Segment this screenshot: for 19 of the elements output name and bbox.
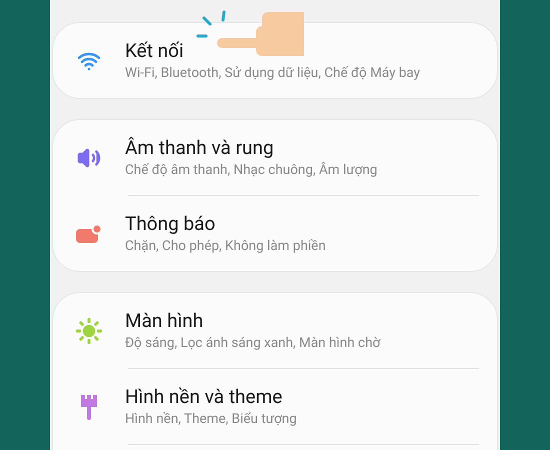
item-subtitle: Wi-Fi, Bluetooth, Sử dụng dữ liệu, Chế độ Máy bay [125,64,420,82]
item-subtitle: Độ sáng, Lọc ánh sáng xanh, Màn hình chờ [125,334,380,352]
item-subtitle: Chặn, Cho phép, Không làm phiền [125,236,326,256]
settings-item[interactable]: Hình nền và theme Hình nền, Theme, Biểu tượng [53,369,497,444]
item-title: Hình nền và theme [125,384,284,408]
settings-item[interactable]: Màn hình Độ sáng, Lọc ánh sáng xanh, Màn hình chờ [53,293,497,368]
item-title: Thông báo [125,212,216,236]
item-title: Âm thanh và rung [125,136,275,160]
settings-item[interactable]: Thông báo Chặn, Cho phép, Không làm phiền [53,196,497,271]
speaker-icon [77,146,101,170]
item-title: Màn hình [125,308,204,332]
settings-item[interactable]: Kết nối Wi-Fi, Bluetooth, Sử dụng dữ liệu, Chế độ Máy bay [53,23,497,98]
settings-item[interactable]: Âm thanh và rung Chế độ âm thanh, Nhạc chuông, Âm lượng [53,120,497,195]
notification-icon [76,224,102,244]
item-subtitle: Chế độ âm thanh, Nhạc chuông, Âm lượng [125,160,378,180]
item-title: Kết nối [125,38,185,62]
paintbrush-icon [80,394,98,420]
sun-icon [75,316,103,344]
item-subtitle: Hình nền, Theme, Biểu tượng [125,410,297,428]
